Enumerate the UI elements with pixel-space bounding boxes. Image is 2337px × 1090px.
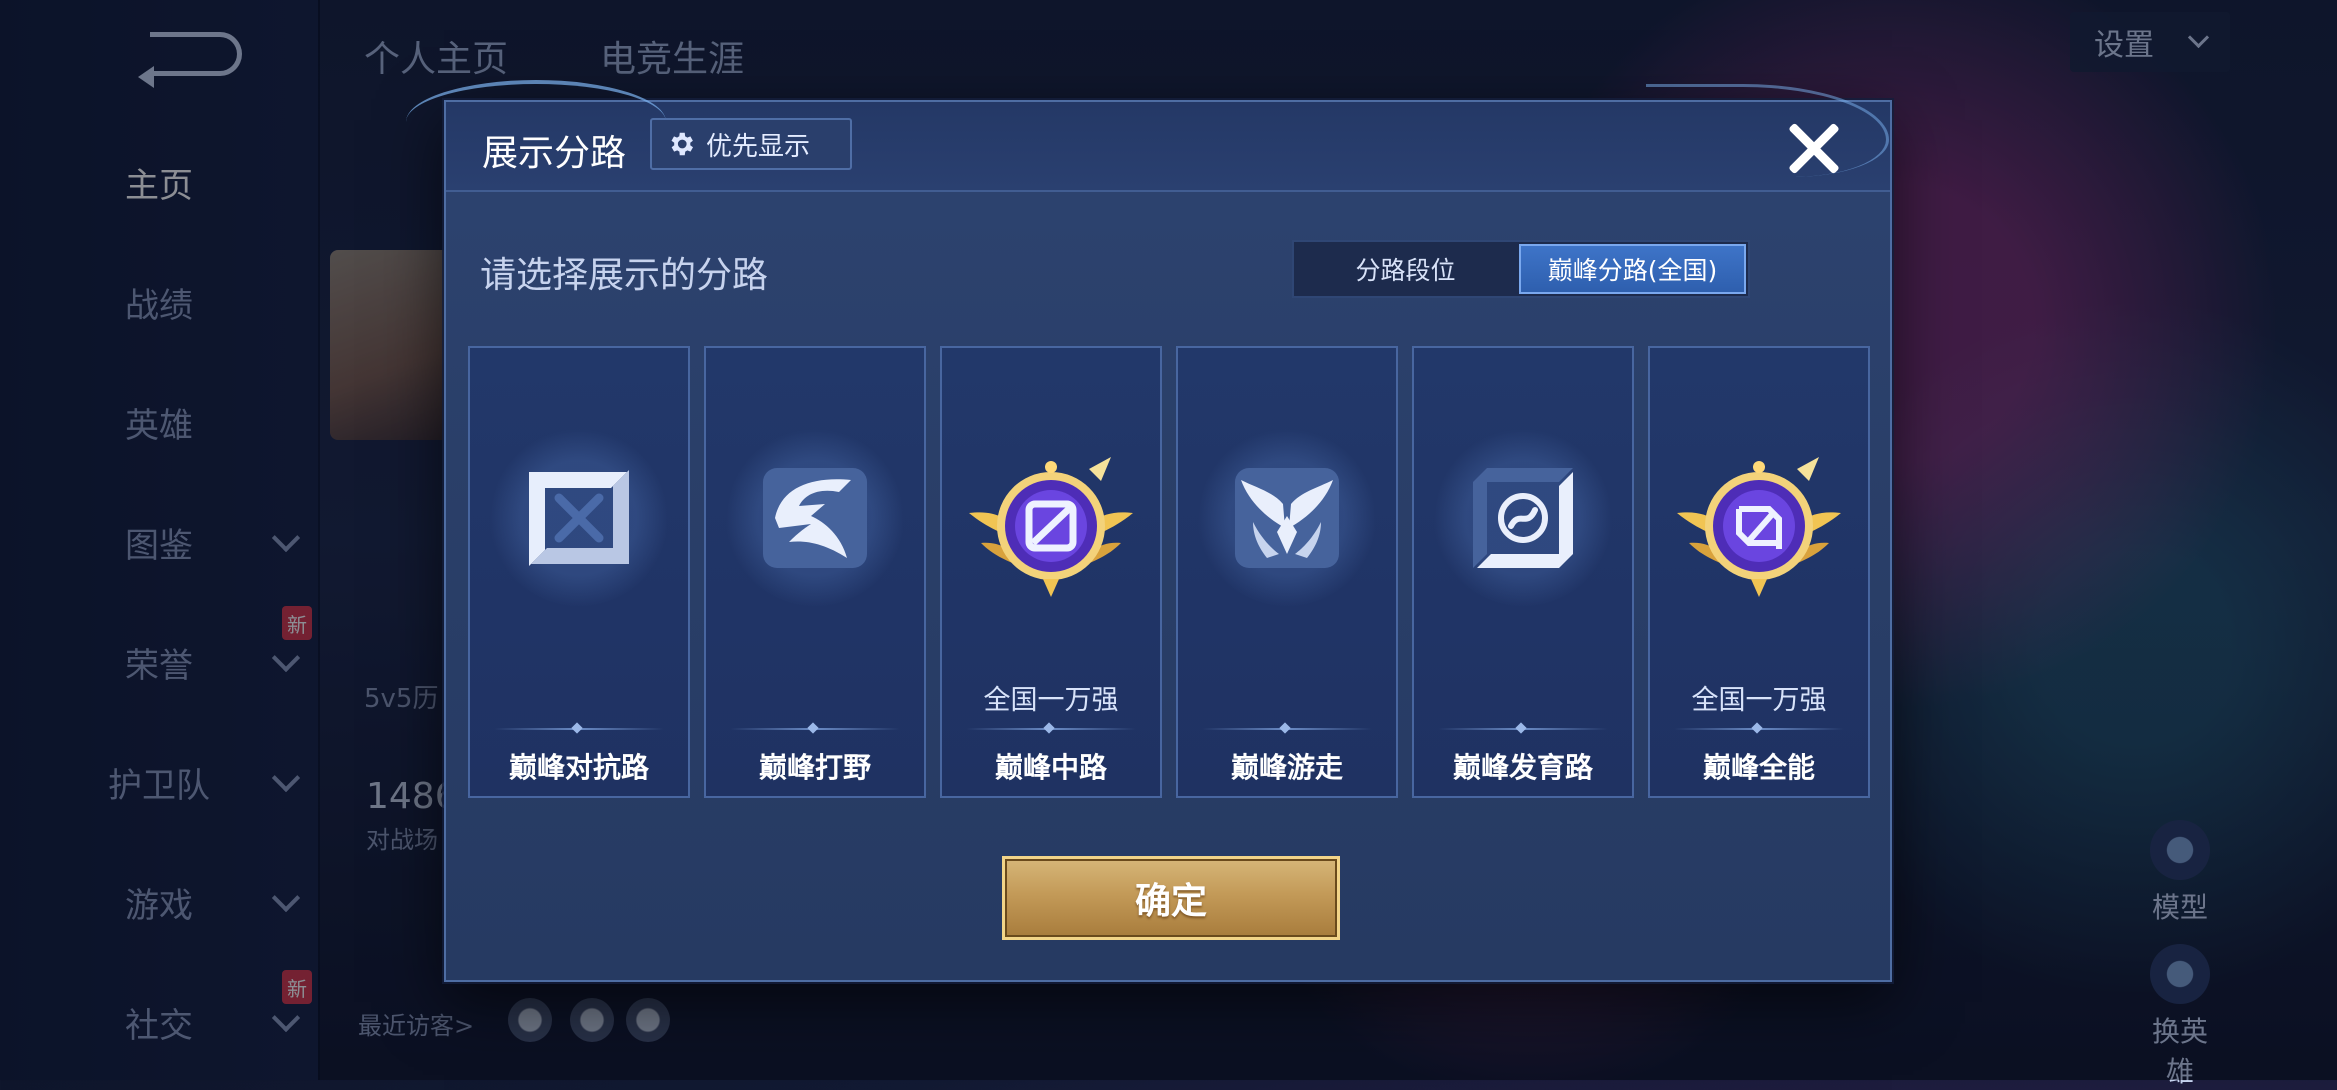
lane-name: 巅峰全能 bbox=[1702, 751, 1815, 784]
lane-card-list: 巅峰对抗路 巅峰打野 全国一万强 巅峰中路 巅峰游走 巅峰发育路 全国一万强 巅… bbox=[468, 346, 1872, 798]
lane-name: 巅峰游走 bbox=[1230, 751, 1343, 784]
all-round-medal-icon bbox=[1677, 457, 1841, 597]
card-divider bbox=[730, 728, 900, 730]
lane-display-dialog: 展示分路 优先显示 请选择展示的分路 分路段位 巅峰分路(全国) 巅峰对抗路 巅… bbox=[406, 80, 1892, 982]
dialog-header: 展示分路 优先显示 bbox=[406, 80, 1890, 192]
jungle-dragon-icon bbox=[763, 468, 867, 568]
confirm-button[interactable]: 确定 bbox=[1002, 856, 1340, 940]
mid-lane-medal-icon bbox=[969, 457, 1133, 597]
card-divider bbox=[1674, 728, 1844, 730]
lane-type-toggle: 分路段位 巅峰分路(全国) bbox=[1292, 240, 1750, 298]
priority-label: 优先显示 bbox=[706, 131, 811, 162]
card-divider bbox=[1438, 728, 1608, 730]
lane-name: 巅峰打野 bbox=[758, 751, 871, 784]
dialog-title: 展示分路 bbox=[482, 133, 627, 174]
tab-peak-lane-national[interactable]: 巅峰分路(全国) bbox=[1519, 244, 1746, 294]
lane-name: 巅峰发育路 bbox=[1452, 751, 1593, 784]
gear-icon bbox=[671, 132, 693, 156]
dialog-prompt: 请选择展示的分路 bbox=[480, 255, 769, 296]
lane-card[interactable]: 巅峰游走 bbox=[1176, 346, 1398, 798]
lane-card[interactable]: 全国一万强 巅峰中路 bbox=[940, 346, 1162, 798]
clash-lane-icon bbox=[529, 470, 629, 566]
roam-wings-icon bbox=[1235, 468, 1339, 568]
lane-card[interactable]: 巅峰打野 bbox=[704, 346, 926, 798]
lane-card[interactable]: 巅峰发育路 bbox=[1412, 346, 1634, 798]
close-icon[interactable] bbox=[1786, 120, 1842, 176]
lane-name: 巅峰对抗路 bbox=[508, 751, 649, 784]
lane-card[interactable]: 全国一万强 巅峰全能 bbox=[1648, 346, 1870, 798]
card-divider bbox=[494, 728, 664, 730]
card-divider bbox=[1202, 728, 1372, 730]
card-divider bbox=[966, 728, 1136, 730]
lane-card[interactable]: 巅峰对抗路 bbox=[468, 346, 690, 798]
rank-label: 全国一万强 bbox=[983, 685, 1119, 716]
tab-lane-rank[interactable]: 分路段位 bbox=[1294, 242, 1517, 296]
lane-name: 巅峰中路 bbox=[994, 751, 1107, 784]
rank-label: 全国一万强 bbox=[1691, 685, 1827, 716]
farm-lane-icon bbox=[1473, 468, 1573, 568]
priority-display-button[interactable]: 优先显示 bbox=[650, 118, 852, 170]
